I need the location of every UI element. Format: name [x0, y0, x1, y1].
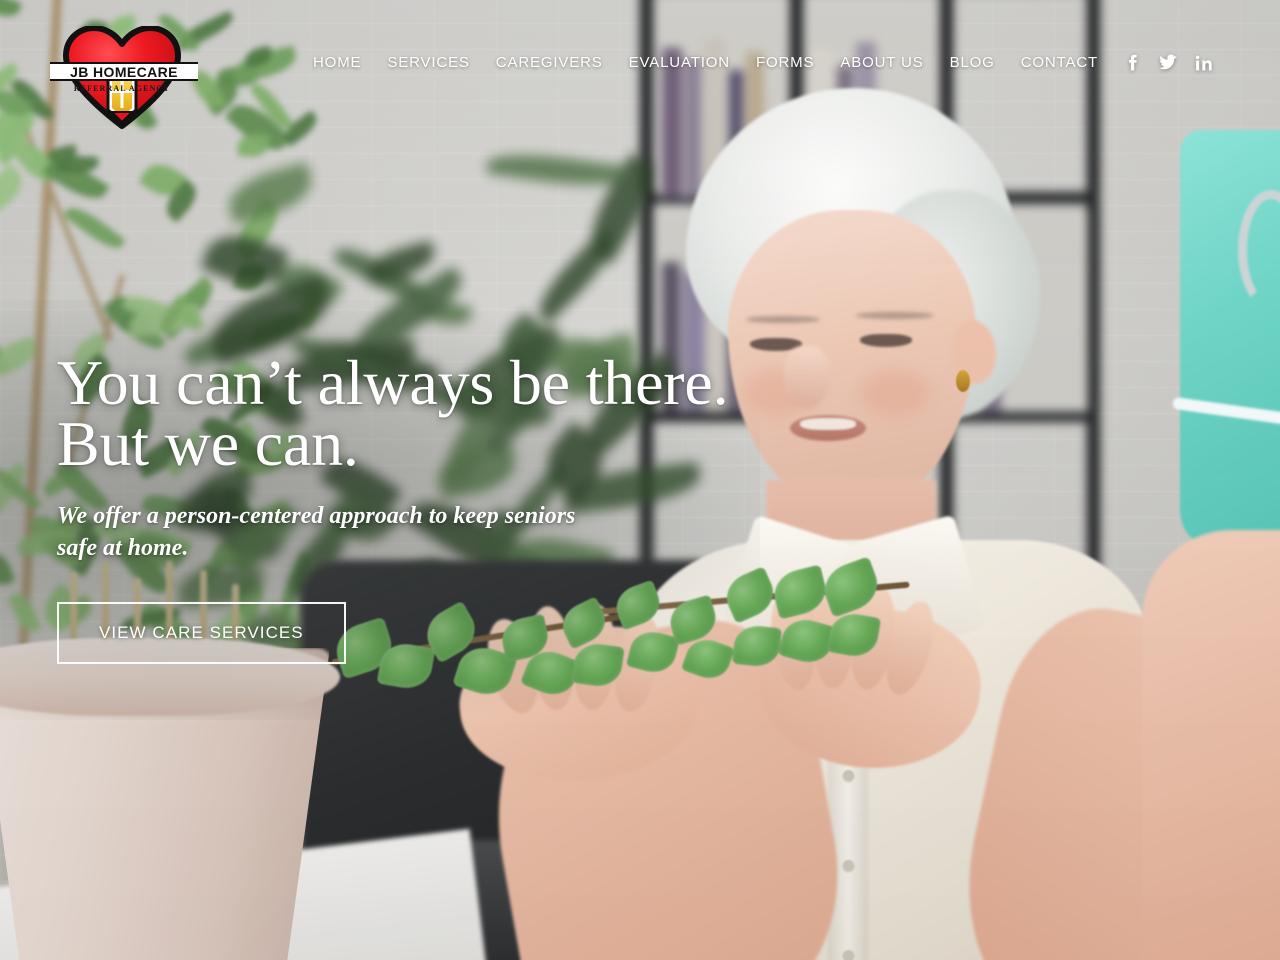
social-links — [1122, 52, 1214, 74]
hero-copy: You can’t always be there. But we can. W… — [57, 352, 817, 664]
logo-name-band: JB HOMECARE — [50, 62, 198, 81]
nav-item-blog[interactable]: BLOG — [937, 54, 1008, 71]
nav-item-contact[interactable]: CONTACT — [1008, 54, 1111, 71]
site-logo[interactable]: JB HOMECARE REFERRAL AGENCY — [62, 26, 182, 126]
hero-section: JB HOMECARE REFERRAL AGENCY HOME SERVICES… — [0, 0, 1280, 960]
nav-item-about-us[interactable]: ABOUT US — [827, 54, 936, 71]
logo-name-text: JB HOMECARE — [70, 64, 178, 80]
hero-headline-line-2: But we can. — [57, 413, 817, 474]
hero-subheadline-line-1: We offer a person-centered approach to k… — [57, 503, 499, 529]
main-navigation: HOME SERVICES CAREGIVERS EVALUATION FORMS ABO… — [300, 54, 1111, 71]
view-care-services-button[interactable]: VIEW CARE SERVICES — [57, 602, 346, 664]
logo-tagline-text: REFERRAL AGENCY — [70, 84, 174, 93]
facebook-icon[interactable] — [1122, 52, 1142, 74]
nav-item-evaluation[interactable]: EVALUATION — [616, 54, 743, 71]
nav-item-home[interactable]: HOME — [300, 54, 374, 71]
site-header: JB HOMECARE REFERRAL AGENCY HOME SERVICES… — [0, 0, 1280, 132]
nav-item-forms[interactable]: FORMS — [743, 54, 827, 71]
hero-headline-line-1: You can’t always be there. — [57, 347, 728, 418]
nav-item-services[interactable]: SERVICES — [374, 54, 482, 71]
linkedin-icon[interactable] — [1194, 52, 1214, 74]
hero-headline: You can’t always be there. But we can. — [57, 352, 817, 475]
twitter-icon[interactable] — [1158, 52, 1178, 74]
hero-subheadline: We offer a person-centered approach to k… — [57, 501, 577, 564]
nav-item-caregivers[interactable]: CAREGIVERS — [483, 54, 616, 71]
